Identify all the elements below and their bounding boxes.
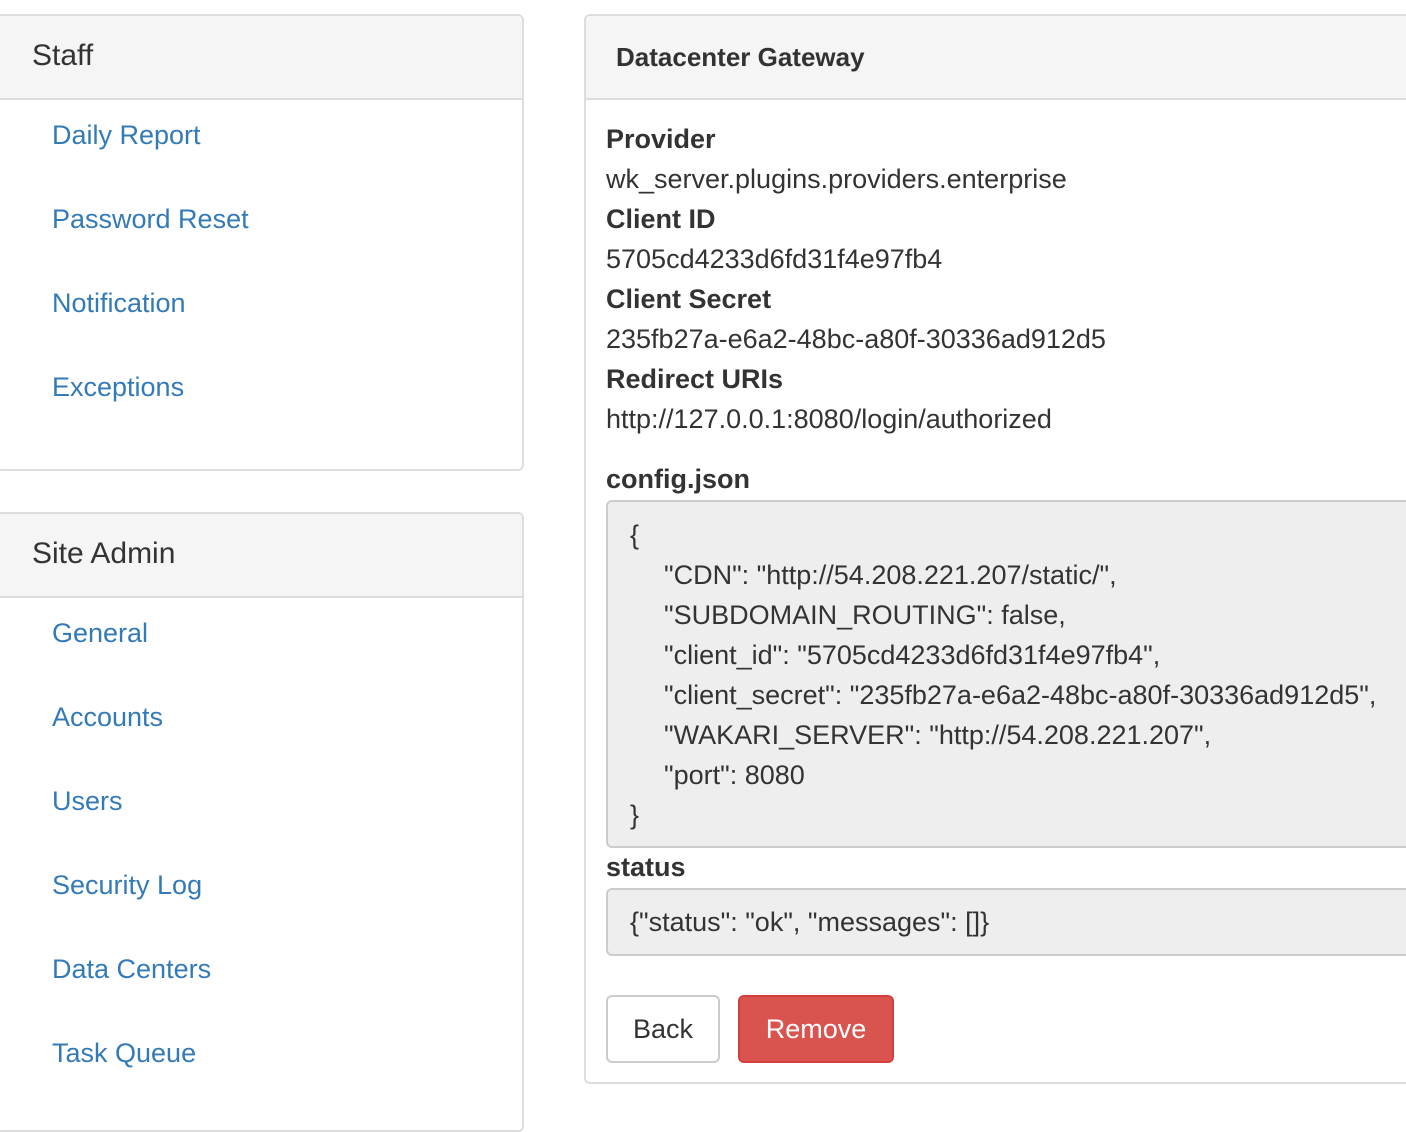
list-item: Security Log [0, 850, 522, 934]
client-id-value: 5705cd4233d6fd31f4e97fb4 [606, 244, 943, 274]
remove-button[interactable]: Remove [738, 995, 894, 1063]
json-line: "client_secret": "235fb27a-e6a2-48bc-a80… [664, 680, 1377, 710]
redirect-uris-label: Redirect URIs [606, 364, 784, 394]
gateway-panel-title: Datacenter Gateway [586, 16, 1406, 100]
nav-link-password-reset[interactable]: Password Reset [52, 204, 249, 235]
staff-panel-title: Staff [0, 16, 522, 100]
config-json-code-block: { "CDN": "http://54.208.221.207/static/"… [606, 500, 1406, 848]
staff-panel: Staff Daily Report Password Reset Notifi… [0, 14, 524, 471]
client-secret-label: Client Secret [606, 284, 772, 314]
json-line: "port": 8080 [664, 760, 805, 790]
client-secret-value: 235fb27a-e6a2-48bc-a80f-30336ad912d5 [606, 324, 1106, 354]
list-item: Daily Report [0, 100, 522, 184]
list-item: Exceptions [0, 352, 522, 436]
json-line: "client_id": "5705cd4233d6fd31f4e97fb4", [664, 640, 1161, 670]
back-button[interactable]: Back [606, 995, 720, 1063]
list-item: Task Queue [0, 1018, 522, 1102]
status-code-block: {"status": "ok", "messages": []} [606, 888, 1406, 956]
nav-link-notification[interactable]: Notification [52, 288, 186, 319]
site-admin-panel-title: Site Admin [0, 514, 522, 598]
provider-label: Provider [606, 124, 716, 154]
json-line: "CDN": "http://54.208.221.207/static/", [664, 560, 1117, 590]
client-id-label: Client ID [606, 204, 716, 234]
nav-link-task-queue[interactable]: Task Queue [52, 1038, 196, 1069]
json-line: "SUBDOMAIN_ROUTING": false, [664, 600, 1066, 630]
list-item: Notification [0, 268, 522, 352]
list-item: General [0, 598, 522, 682]
site-admin-nav-list: General Accounts Users Security Log Data… [0, 598, 522, 1102]
nav-link-users[interactable]: Users [52, 786, 123, 817]
nav-link-general[interactable]: General [52, 618, 148, 649]
staff-nav-list: Daily Report Password Reset Notification… [0, 100, 522, 436]
provider-value: wk_server.plugins.providers.enterprise [606, 164, 1067, 194]
json-line: "WAKARI_SERVER": "http://54.208.221.207"… [664, 720, 1212, 750]
status-value: {"status": "ok", "messages": []} [630, 907, 990, 937]
nav-link-data-centers[interactable]: Data Centers [52, 954, 211, 985]
datacenter-gateway-panel: Datacenter Gateway Provider wk_server.pl… [584, 14, 1406, 1084]
list-item: Accounts [0, 682, 522, 766]
redirect-uris-value: http://127.0.0.1:8080/login/authorized [606, 404, 1052, 434]
list-item: Password Reset [0, 184, 522, 268]
config-json-label: config.json [606, 464, 750, 494]
json-line: { [630, 520, 640, 550]
nav-link-exceptions[interactable]: Exceptions [52, 372, 184, 403]
nav-link-daily-report[interactable]: Daily Report [52, 120, 201, 151]
site-admin-panel: Site Admin General Accounts Users Securi… [0, 512, 524, 1132]
json-line: } [630, 800, 640, 830]
status-label: status [606, 852, 686, 882]
nav-link-accounts[interactable]: Accounts [52, 702, 163, 733]
nav-link-security-log[interactable]: Security Log [52, 870, 202, 901]
list-item: Data Centers [0, 934, 522, 1018]
list-item: Users [0, 766, 522, 850]
